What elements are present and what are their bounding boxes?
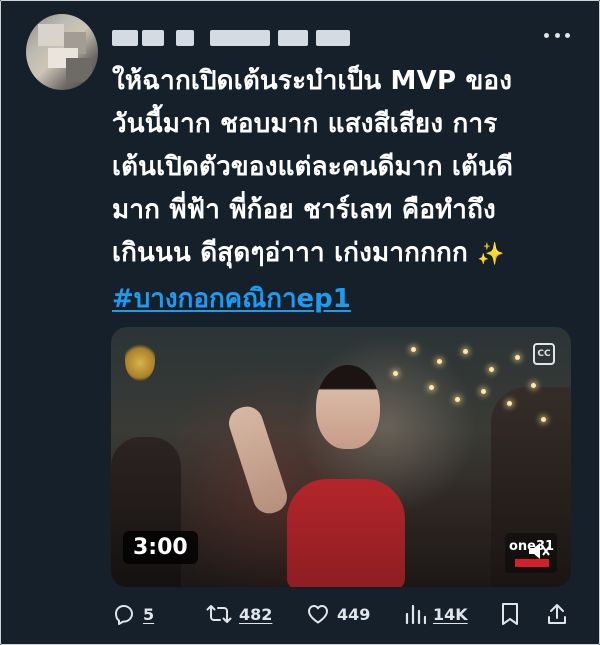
views-button[interactable]: 14K	[404, 602, 468, 626]
video-frame-arm	[224, 402, 292, 518]
tweet-text-line: เกินนน ดีสุดๆอ่าาา เก่งมากกกก ✨	[112, 232, 577, 276]
tweet-text-line: เต้นเปิดตัวของแต่ละคนดีมาก เต้นดี	[112, 152, 514, 182]
video-frame-figure	[111, 437, 181, 587]
author-name-blurred[interactable]	[112, 22, 370, 52]
tweet-text-last: เกินนน ดีสุดๆอ่าาา เก่งมากกกก	[112, 238, 468, 268]
tweet-text-line: มาก พี่ฟ้า พี่ก้อย ชาร์เลท คือทำถึง	[112, 195, 496, 225]
heart-icon	[308, 605, 328, 624]
retweet-icon	[206, 605, 232, 623]
share-button[interactable]	[546, 602, 568, 626]
speaker-muted-icon[interactable]	[527, 541, 551, 561]
reply-button[interactable]: 5	[112, 602, 154, 626]
reply-count[interactable]: 5	[143, 605, 154, 624]
video-duration: 3:00	[123, 531, 198, 564]
share-icon	[548, 604, 566, 624]
emblem-icon	[125, 341, 155, 381]
tweet-text: ให้ฉากเปิดเต้นระบำเป็น MVP ของ วันนี้มาก…	[112, 60, 577, 276]
action-bar: 5 482 449 14K	[0, 596, 600, 636]
view-count[interactable]: 14K	[433, 605, 468, 624]
video-frame-dancer	[316, 365, 380, 449]
video-frame-dress	[287, 479, 405, 587]
avatar[interactable]	[26, 14, 98, 90]
like-count: 449	[337, 604, 371, 624]
tweet-text-line: วันนี้มาก ชอบมาก แสงสีเสียง การ	[112, 109, 498, 139]
reply-bubble-icon	[115, 605, 133, 625]
like-button[interactable]: 449	[306, 602, 370, 626]
bookmark-button[interactable]	[500, 602, 520, 626]
more-dots-icon[interactable]	[544, 26, 570, 44]
tweet-text-line: ให้ฉากเปิดเต้นระบำเป็น MVP ของ	[112, 66, 513, 96]
video-player[interactable]: CC 3:00 one31	[111, 327, 571, 587]
bookmark-icon	[502, 603, 518, 625]
retweet-button[interactable]: 482	[206, 602, 272, 626]
closed-captions-icon[interactable]: CC	[533, 343, 555, 365]
bar-chart-icon	[405, 604, 426, 625]
hashtag-link[interactable]: #บางกอกคณิกาep1	[112, 278, 351, 319]
retweet-count[interactable]: 482	[239, 605, 272, 624]
sparkle-emoji: ✨	[477, 242, 505, 267]
